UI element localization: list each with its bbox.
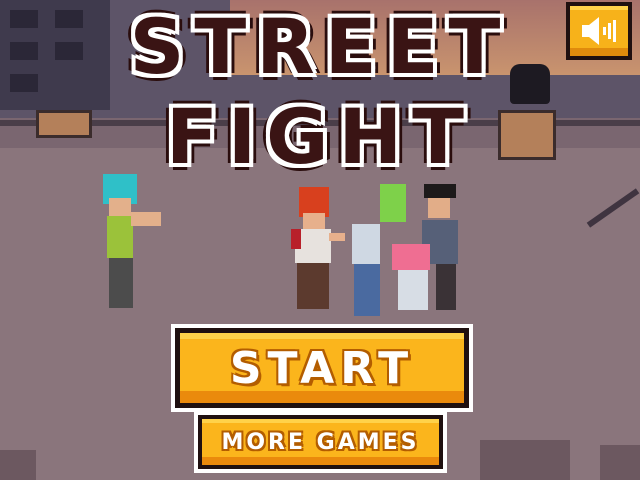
character-teal-hair-fighter (95, 172, 165, 317)
title-fight: FIGHT (165, 92, 475, 181)
game-screen: STREET FIGHT START MORE GAMES (0, 0, 640, 480)
more-games-button-label: MORE GAMES (221, 429, 420, 455)
character-red-hair-fighter (285, 185, 345, 320)
more-games-button[interactable]: MORE GAMES (198, 415, 443, 469)
sound-toggle-button[interactable] (566, 2, 632, 60)
character-group (340, 180, 480, 325)
start-button-label: START (229, 342, 415, 394)
debris (0, 450, 36, 480)
bottle-pile (600, 445, 640, 480)
bottle-pile (480, 440, 570, 480)
speaker-icon (582, 17, 616, 45)
title-street: STREET (129, 2, 511, 91)
start-button[interactable]: START (175, 328, 469, 408)
